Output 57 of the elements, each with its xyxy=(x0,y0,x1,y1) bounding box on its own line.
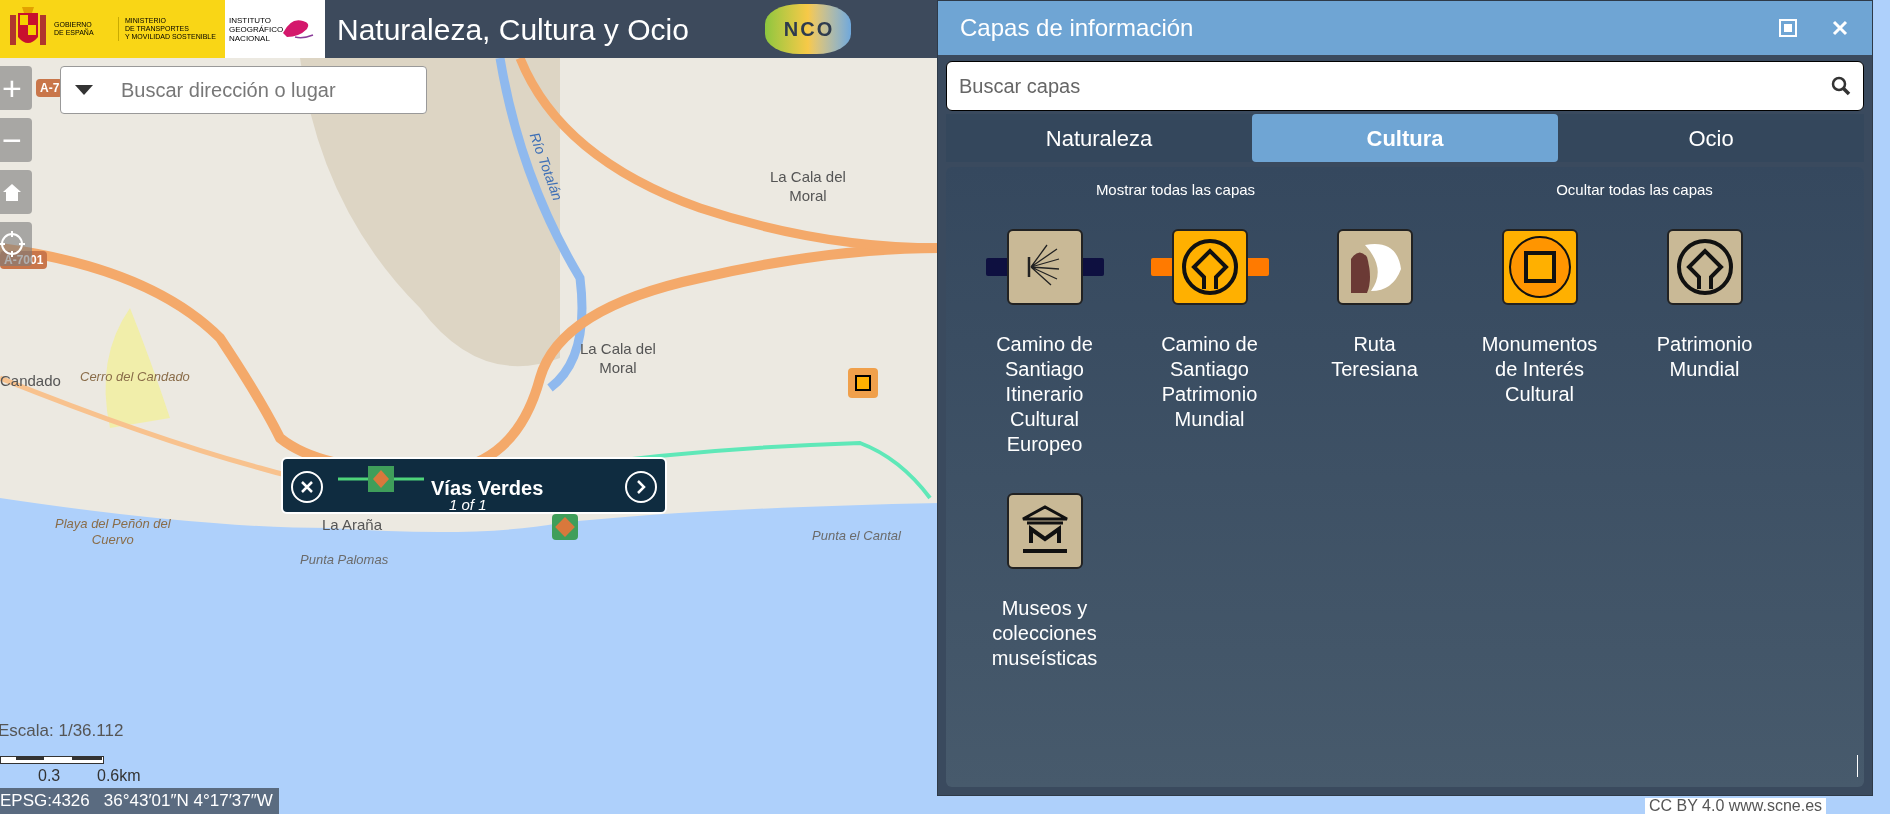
leaf-marker-icon xyxy=(552,514,578,540)
map-label: Candado xyxy=(0,372,61,391)
layer-toggle[interactable]: Monumentos de Interés Cultural xyxy=(1457,228,1622,457)
map-label: Playa del Peñón del Cuervo xyxy=(55,516,171,549)
map-label: La Cala del Moral xyxy=(770,168,846,206)
address-search-field[interactable]: Buscar dirección o lugar xyxy=(121,75,426,105)
layer-search-box[interactable]: Buscar capas xyxy=(946,61,1864,111)
next-button[interactable] xyxy=(625,471,657,503)
category-tab[interactable]: Naturaleza xyxy=(946,114,1252,162)
home-icon xyxy=(1,181,23,203)
close-button[interactable] xyxy=(291,471,323,503)
heritage-layer-icon xyxy=(1666,228,1743,305)
scale-label: 0.6km xyxy=(97,766,141,786)
map-label: Río Totalán xyxy=(525,130,566,204)
close-icon xyxy=(301,481,313,493)
dropdown-caret-icon xyxy=(75,85,93,95)
map-label: La Cala del Moral xyxy=(580,340,656,378)
close-icon xyxy=(1832,20,1848,36)
map-label: La Araña xyxy=(322,516,383,535)
map-label: Cerro del Candado xyxy=(80,369,190,386)
maximize-icon xyxy=(1779,19,1797,37)
layer-toggle[interactable]: Camino de Santiago Itinerario Cultural Europeo xyxy=(962,228,1127,457)
locate-icon xyxy=(0,231,25,257)
category-tab[interactable]: Ocio xyxy=(1558,114,1864,162)
attribution-text: CC BY 4.0 www.scne.es xyxy=(1645,798,1827,814)
layer-toggle[interactable]: Ruta Teresiana xyxy=(1292,228,1457,457)
app-title: Naturaleza, Cultura y Ocio xyxy=(337,11,689,48)
road-shield: A-7001 xyxy=(0,251,48,269)
panel-title: Capas de información xyxy=(960,13,1195,43)
monument-layer-icon xyxy=(1501,228,1578,305)
scrollbar xyxy=(1857,755,1858,777)
crs-text: EPSG:4326 xyxy=(0,790,90,813)
home-button[interactable] xyxy=(0,170,32,214)
hide-all-link[interactable]: Ocultar todas las capas xyxy=(1556,179,1713,202)
search-icon xyxy=(1831,76,1851,96)
leaf-route-icon xyxy=(338,464,424,494)
app-logo: NCO xyxy=(765,4,851,54)
map-marker-icon xyxy=(848,368,878,398)
layer-toggle[interactable]: Museos y colecciones museísticas xyxy=(962,492,1127,671)
photo-layer-icon xyxy=(1336,228,1413,305)
scale-text: Escala: 1/36.112 xyxy=(0,720,124,742)
heritage-route-layer-icon xyxy=(1150,228,1269,305)
layer-toggle[interactable]: Camino de Santiago Patrimonio Mundial xyxy=(1127,228,1292,457)
maximize-button[interactable] xyxy=(1778,18,1798,38)
map-label: Punta Palomas xyxy=(300,552,389,569)
coordinates-text: 36°43′01″N 4°17′37″W xyxy=(103,790,273,813)
show-all-link[interactable]: Mostrar todas las capas xyxy=(1095,179,1256,202)
popup-pager: 1 of 1 xyxy=(449,497,487,512)
chevron-right-icon xyxy=(636,480,646,494)
shell-layer-icon xyxy=(985,228,1104,305)
layer-toggle[interactable]: Patrimonio Mundial xyxy=(1622,228,1787,457)
map-label: Punta el Cantal xyxy=(812,528,901,545)
popup-title: Vías Verdes xyxy=(431,476,544,499)
address-search-box[interactable]: Buscar dirección o lugar xyxy=(60,66,427,114)
layer-search-field[interactable]: Buscar capas xyxy=(959,71,1831,101)
scale-label: 0.3 xyxy=(38,766,61,786)
museum-layer-icon xyxy=(1006,492,1083,569)
